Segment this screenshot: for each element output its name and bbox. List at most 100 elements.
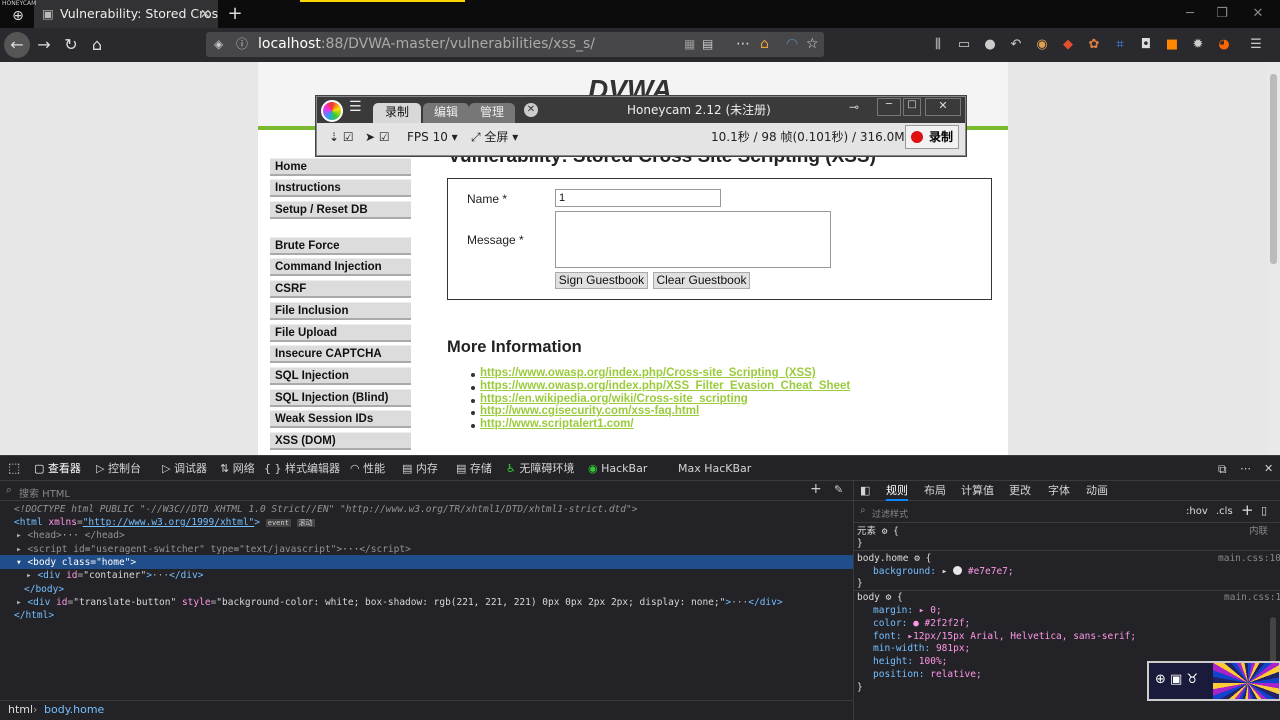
- rules-side-tab[interactable]: 规则: [886, 481, 908, 501]
- honeycam-tab-edit[interactable]: 编辑: [423, 103, 469, 123]
- message-textarea[interactable]: [555, 211, 831, 268]
- eyedropper-icon[interactable]: ✎: [834, 483, 843, 496]
- devtools-tab[interactable]: Max HacKBar: [678, 456, 751, 482]
- rules-side-tab[interactable]: 动画: [1086, 481, 1108, 501]
- css-declaration[interactable]: position: relative;: [873, 669, 982, 682]
- extension1-icon[interactable]: ◉: [1030, 28, 1054, 62]
- clear-guestbook-button[interactable]: Clear Guestbook: [653, 272, 750, 289]
- name-input[interactable]: 1: [555, 189, 721, 207]
- add-rule-icon[interactable]: +: [1241, 501, 1254, 519]
- honeycam-tab-record[interactable]: 录制: [373, 103, 421, 123]
- honeycam-close-tab-icon[interactable]: ✕: [524, 103, 538, 117]
- pick-element-icon[interactable]: ⬚: [8, 456, 20, 482]
- cls-toggle[interactable]: .cls: [1216, 506, 1233, 517]
- capture-mode-dropdown[interactable]: ⤢ 全屏 ▾: [471, 128, 518, 146]
- menu-item[interactable]: Setup / Reset DB: [270, 201, 411, 219]
- rules-scrollbar[interactable]: [1270, 617, 1276, 663]
- devtools-tab[interactable]: ▢ 查看器: [34, 456, 81, 482]
- page-actions-icon[interactable]: ⋯: [736, 32, 750, 57]
- honeycam-tab-manage[interactable]: 管理: [469, 103, 515, 123]
- minimize-icon[interactable]: ─: [1180, 0, 1200, 28]
- menu-item[interactable]: Home: [270, 158, 411, 176]
- menu-item[interactable]: File Inclusion: [270, 302, 411, 320]
- sign-guestbook-button[interactable]: Sign Guestbook: [555, 272, 648, 289]
- rule-body-home-file[interactable]: main.css:10: [1218, 553, 1280, 566]
- maximize-icon[interactable]: ❐: [1212, 0, 1232, 28]
- extension2-icon[interactable]: ◆: [1056, 28, 1080, 62]
- devtools-tab[interactable]: ⇅ 网络: [220, 456, 255, 482]
- devtools-tab[interactable]: ▷ 调试器: [162, 456, 207, 482]
- devtools-tab[interactable]: ◠ 性能: [350, 456, 385, 482]
- css-declaration[interactable]: font: ▸12px/15px Arial, Helvetica, sans-…: [873, 631, 1136, 644]
- browser-tab[interactable]: ▣ Vulnerability: Stored Cross ✕: [34, 0, 218, 28]
- search-html-input[interactable]: 搜索 HTML: [19, 485, 70, 500]
- reference-link[interactable]: http://www.scriptalert1.com/: [480, 418, 634, 430]
- floating-widget[interactable]: ⊕ ▣ ♉: [1147, 661, 1280, 701]
- back-icon[interactable]: ←: [4, 32, 30, 58]
- library-icon[interactable]: ⫼: [926, 28, 950, 62]
- pin-icon[interactable]: ⊸: [849, 100, 859, 114]
- reader-icon[interactable]: ▤: [702, 32, 713, 57]
- menu-item[interactable]: Weak Session IDs: [270, 410, 411, 428]
- menu-item[interactable]: Insecure CAPTCHA: [270, 345, 411, 363]
- reference-link[interactable]: https://www.owasp.org/index.php/XSS_Filt…: [480, 380, 850, 392]
- new-tab-icon[interactable]: +: [226, 0, 244, 28]
- home-icon[interactable]: ⌂: [84, 28, 110, 62]
- menu-item[interactable]: SQL Injection: [270, 367, 411, 385]
- permissions-icon[interactable]: ▦: [684, 32, 695, 57]
- rule-body-file[interactable]: main.css:1: [1224, 592, 1280, 605]
- account-icon[interactable]: ●: [978, 28, 1002, 62]
- reference-link[interactable]: https://www.owasp.org/index.php/Cross-si…: [480, 367, 816, 379]
- translate-node[interactable]: ▸ <div id="translate-button" style="back…: [16, 596, 783, 609]
- record-button[interactable]: 录制: [905, 125, 959, 149]
- rule-body-home-decl[interactable]: background: ▸ #e7e7e7;: [873, 566, 1014, 579]
- menu-item[interactable]: CSRF: [270, 280, 411, 298]
- firefox-icon[interactable]: ◕: [1212, 28, 1236, 62]
- rules-side-tab[interactable]: 字体: [1048, 481, 1070, 501]
- css-declaration[interactable]: min-width: 981px;: [873, 643, 970, 656]
- extension3-icon[interactable]: ✿: [1082, 28, 1106, 62]
- devtools-tab[interactable]: ▤ 存储: [456, 456, 492, 482]
- addon-home-icon[interactable]: ⌂: [760, 32, 769, 57]
- undo-icon[interactable]: ↶: [1004, 28, 1028, 62]
- devtools-tab[interactable]: ♿ 无障碍环境: [506, 456, 574, 482]
- reference-link[interactable]: http://www.cgisecurity.com/xss-faq.html: [480, 405, 699, 417]
- head-node[interactable]: ▸ <head>··· </head>: [16, 529, 125, 542]
- rules-side-tab[interactable]: 计算值: [961, 481, 994, 501]
- hov-toggle[interactable]: :hov: [1186, 506, 1208, 517]
- menu-item[interactable]: SQL Injection (Blind): [270, 389, 411, 407]
- honeycam-minimize-icon[interactable]: ─: [877, 98, 901, 116]
- css-declaration[interactable]: height: 100%;: [873, 656, 947, 669]
- extension5-icon[interactable]: ◘: [1134, 28, 1158, 62]
- forward-icon[interactable]: →: [31, 28, 57, 62]
- cursor-check-icon[interactable]: ➤ ☑: [365, 128, 390, 146]
- devtools-tab[interactable]: { } 样式编辑器: [264, 456, 340, 482]
- menu-item[interactable]: Instructions: [270, 179, 411, 197]
- bookmark-star-icon[interactable]: ☆: [806, 32, 819, 57]
- body-node[interactable]: ▾ <body class="home">: [16, 556, 136, 569]
- honeycam-menu-icon[interactable]: ☰: [349, 99, 362, 115]
- close-window-icon[interactable]: ✕: [1248, 0, 1268, 28]
- pin-check-icon[interactable]: ⇣ ☑: [329, 128, 354, 146]
- css-declaration[interactable]: color: ● #2f2f2f;: [873, 618, 970, 631]
- addon-icon[interactable]: ◠: [786, 32, 798, 57]
- layout-toggle-icon[interactable]: ◧: [860, 481, 870, 501]
- honeycam-maximize-icon[interactable]: □: [903, 98, 921, 116]
- menu-item[interactable]: XSS (DOM): [270, 432, 411, 450]
- css-declaration[interactable]: margin: ▸ 0;: [873, 605, 942, 618]
- extension4-icon[interactable]: ⌗: [1108, 28, 1132, 62]
- menu-item[interactable]: File Upload: [270, 324, 411, 342]
- devtools-options-icon[interactable]: ⋯: [1240, 456, 1251, 482]
- sidebar-icon[interactable]: ▭: [952, 28, 976, 62]
- dock-icon[interactable]: ⧉: [1218, 456, 1227, 482]
- menu-icon[interactable]: ☰: [1244, 28, 1268, 62]
- devtools-tab[interactable]: ◉ HackBar: [588, 456, 647, 482]
- devtools-tab[interactable]: ▤ 内存: [402, 456, 438, 482]
- breadcrumb-html[interactable]: html: [8, 701, 33, 719]
- reload-icon[interactable]: ↻: [58, 28, 84, 62]
- settings-icon[interactable]: ✹: [1186, 28, 1210, 62]
- menu-item[interactable]: Command Injection: [270, 258, 411, 276]
- container-node[interactable]: ▸ <div id="container">···</div>: [26, 569, 203, 582]
- page-scrollbar[interactable]: [1267, 62, 1280, 455]
- honeycam-close-icon[interactable]: ✕: [925, 98, 961, 116]
